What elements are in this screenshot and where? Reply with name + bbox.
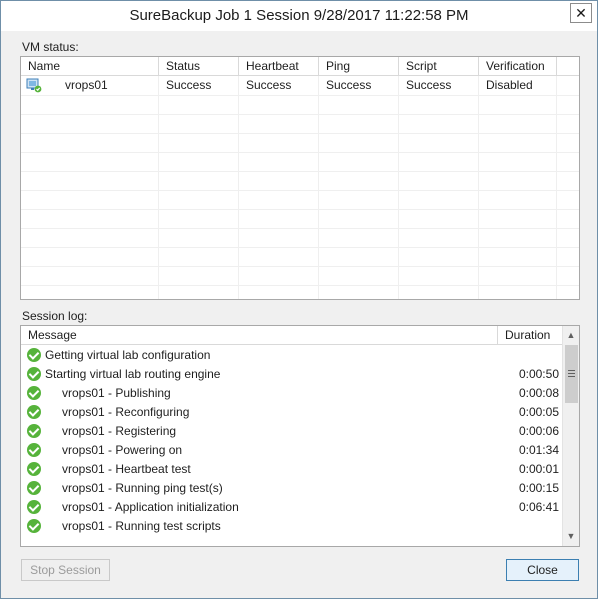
success-icon	[27, 367, 41, 381]
scroll-down-icon[interactable]: ▼	[563, 528, 579, 545]
vm-status: Success	[166, 78, 212, 92]
success-icon	[27, 348, 41, 362]
grid-divider	[21, 209, 579, 210]
grid-divider	[21, 228, 579, 229]
vm-row[interactable]: vrops01 Success Success Success Success …	[21, 76, 561, 95]
log-message: vrops01 - Registering	[62, 424, 177, 438]
log-row[interactable]: vrops01 - Running test scripts	[21, 517, 561, 536]
log-message: Getting virtual lab configuration	[45, 348, 211, 362]
log-duration: 0:00:50	[518, 367, 559, 381]
log-message: vrops01 - Application initialization	[62, 500, 239, 514]
close-button[interactable]: Close	[506, 559, 579, 581]
success-icon	[27, 386, 41, 400]
column-header-script[interactable]: Script	[399, 57, 479, 76]
session-dialog: SureBackup Job 1 Session 9/28/2017 11:22…	[0, 0, 598, 599]
grip-line	[568, 376, 575, 377]
session-log-table: Message Duration Getting virtual lab con…	[20, 325, 580, 547]
log-row[interactable]: vrops01 - Powering on 0:01:34	[21, 441, 561, 460]
grid-divider	[21, 266, 579, 267]
vm-status-label: VM status:	[22, 40, 79, 54]
session-log-scrollbar[interactable]: ▲ ▼	[562, 326, 579, 546]
log-row[interactable]: vrops01 - Application initialization 0:0…	[21, 498, 561, 517]
column-header-heartbeat[interactable]: Heartbeat	[239, 57, 319, 76]
log-duration: 0:00:06	[518, 424, 559, 438]
session-log-label: Session log:	[22, 309, 88, 323]
log-duration: 0:00:08	[518, 386, 559, 400]
log-duration: 0:06:41	[518, 500, 559, 514]
scrollbar-thumb[interactable]	[565, 345, 578, 403]
log-row[interactable]: Getting virtual lab configuration	[21, 346, 561, 365]
vm-status-table: Name Status Heartbeat Ping Script Verifi…	[20, 56, 580, 300]
log-message: vrops01 - Publishing	[62, 386, 171, 400]
log-row[interactable]: vrops01 - Registering 0:00:06	[21, 422, 561, 441]
grid-divider	[21, 285, 579, 286]
grid-divider	[21, 190, 579, 191]
grid-divider	[21, 152, 579, 153]
scroll-up-icon[interactable]: ▲	[563, 327, 579, 344]
success-icon	[27, 481, 41, 495]
success-icon	[27, 405, 41, 419]
close-window-icon[interactable]: ✕	[570, 3, 592, 23]
vm-script: Success	[406, 78, 452, 92]
window-title: SureBackup Job 1 Session 9/28/2017 11:22…	[129, 7, 469, 24]
column-header-duration[interactable]: Duration	[498, 326, 563, 345]
success-icon	[27, 500, 41, 514]
vm-ping: Success	[326, 78, 372, 92]
log-row[interactable]: vrops01 - Heartbeat test 0:00:01	[21, 460, 561, 479]
log-row[interactable]: vrops01 - Reconfiguring 0:00:05	[21, 403, 561, 422]
stop-session-button[interactable]: Stop Session	[21, 559, 110, 581]
log-duration: 0:00:05	[518, 405, 559, 419]
log-duration: 0:01:34	[518, 443, 559, 457]
success-icon	[27, 519, 41, 533]
grid-divider	[21, 133, 579, 134]
log-duration: 0:00:15	[518, 481, 559, 495]
grid-divider	[21, 171, 579, 172]
grip-line	[568, 373, 575, 374]
column-header-verification[interactable]: Verification	[479, 57, 557, 76]
success-icon	[27, 462, 41, 476]
grid-divider	[21, 95, 579, 96]
log-row[interactable]: vrops01 - Publishing 0:00:08	[21, 384, 561, 403]
column-header-status[interactable]: Status	[159, 57, 239, 76]
log-message: Starting virtual lab routing engine	[45, 367, 221, 381]
column-header-name[interactable]: Name	[21, 57, 159, 76]
log-duration: 0:00:01	[518, 462, 559, 476]
log-row[interactable]: Starting virtual lab routing engine 0:00…	[21, 365, 561, 384]
success-icon	[27, 424, 41, 438]
vm-name: vrops01	[65, 78, 108, 92]
grid-divider	[21, 247, 579, 248]
vm-heartbeat: Success	[246, 78, 292, 92]
vm-verification: Disabled	[486, 78, 533, 92]
log-message: vrops01 - Reconfiguring	[62, 405, 190, 419]
grid-divider	[21, 114, 579, 115]
grip-line	[568, 370, 575, 371]
column-header-message[interactable]: Message	[21, 326, 498, 345]
log-message: vrops01 - Heartbeat test	[62, 462, 191, 476]
success-icon	[27, 443, 41, 457]
column-header-ping[interactable]: Ping	[319, 57, 399, 76]
log-row[interactable]: vrops01 - Running ping test(s) 0:00:15	[21, 479, 561, 498]
column-header-filler	[557, 57, 579, 76]
log-message: vrops01 - Running test scripts	[62, 519, 221, 533]
vm-icon	[26, 78, 42, 93]
log-message: vrops01 - Powering on	[62, 443, 183, 457]
title-bar: SureBackup Job 1 Session 9/28/2017 11:22…	[1, 1, 597, 31]
log-message: vrops01 - Running ping test(s)	[62, 481, 223, 495]
